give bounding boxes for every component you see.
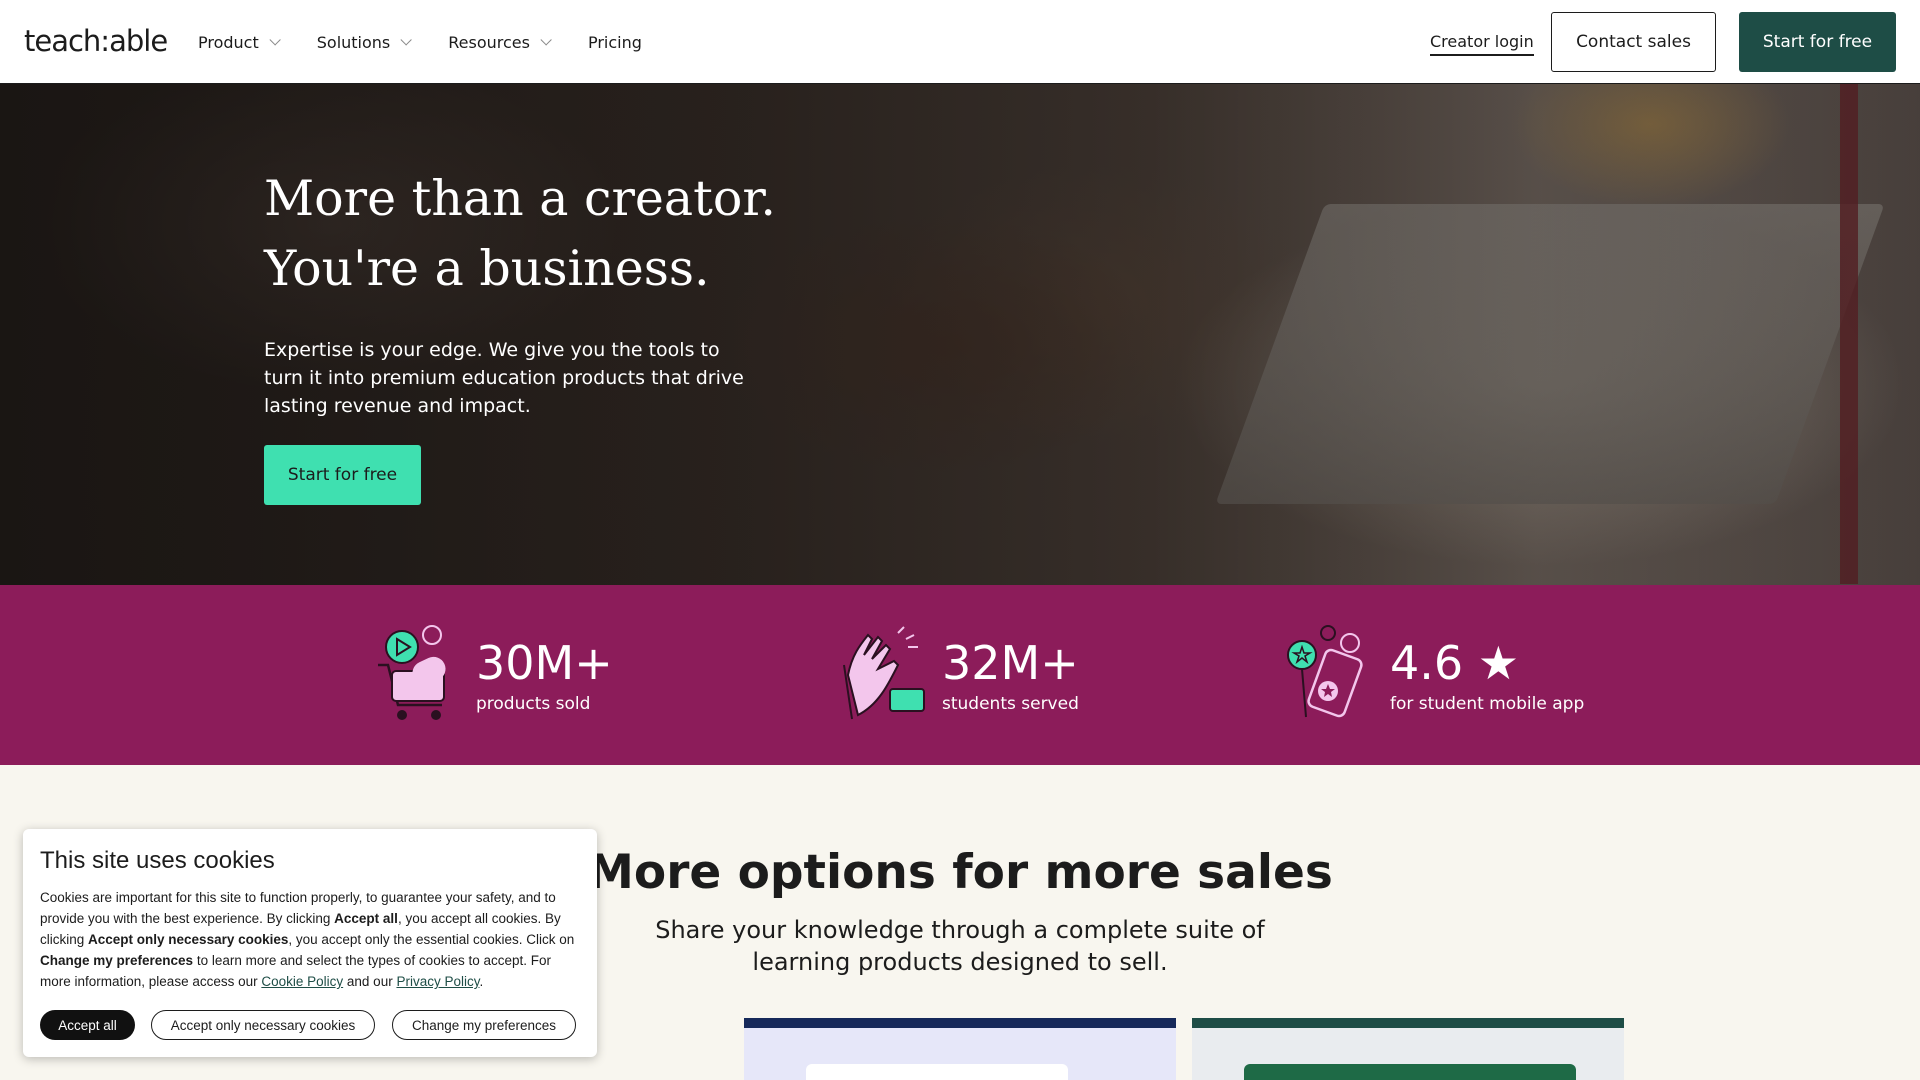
cookie-title: This site uses cookies <box>40 847 275 874</box>
stat-students-served: 32M+ students served <box>838 625 1079 725</box>
cookie-text: and our <box>343 974 397 989</box>
stat-value: 30M+ <box>476 636 613 690</box>
change-preferences-button[interactable]: Change my preferences <box>392 1010 576 1040</box>
nav-item-solutions[interactable]: Solutions <box>316 32 413 52</box>
cookie-body: Cookies are important for this site to f… <box>40 887 585 992</box>
creator-login-link[interactable]: Creator login <box>1430 32 1534 56</box>
cookie-text-bold: Accept only necessary cookies <box>88 932 289 947</box>
stat-label: products sold <box>476 694 591 714</box>
nav-item-resources[interactable]: Resources <box>448 32 552 52</box>
chevron-down-icon <box>269 34 281 46</box>
stat-text: 32M+ students served <box>942 636 1079 714</box>
accept-necessary-cookies-button[interactable]: Accept only necessary cookies <box>151 1010 375 1040</box>
top-navigation: teach:able Product Solutions Resources P… <box>0 0 1920 84</box>
nav-item-label: Resources <box>448 32 530 52</box>
nav-item-pricing[interactable]: Pricing <box>588 33 642 52</box>
product-card-preview[interactable] <box>1192 1018 1624 1080</box>
hero-title-line-2: You're a business. <box>264 240 710 297</box>
nav-item-label: Solutions <box>316 32 391 52</box>
stat-label: for student mobile app <box>1390 694 1585 714</box>
hero-section: More than a creator. You're a business. … <box>0 84 1920 585</box>
cookie-text-bold: Change my preferences <box>40 953 194 968</box>
stat-text: 4.6 ★ for student mobile app <box>1390 636 1584 714</box>
product-card-preview[interactable] <box>744 1018 1176 1080</box>
nav-item-label: Pricing <box>587 32 642 52</box>
contact-sales-button[interactable]: Contact sales <box>1551 12 1716 72</box>
product-card-inner <box>806 1064 1068 1080</box>
nav-item-product[interactable]: Product <box>198 32 281 52</box>
stats-band: 30M+ products sold 32M+ students served <box>0 585 1920 765</box>
hero-title: More than a creator. You're a business. <box>264 164 776 304</box>
cookie-consent-dialog: This site uses cookies Cookies are impor… <box>23 829 597 1057</box>
stat-text: 30M+ products sold <box>476 636 613 714</box>
hero-overlay <box>0 84 1920 585</box>
stat-mobile-app-rating: 4.6 ★ for student mobile app <box>1286 625 1584 725</box>
privacy-policy-link[interactable]: Privacy Policy <box>396 974 479 989</box>
start-for-free-button[interactable]: Start for free <box>1739 12 1896 72</box>
chevron-down-icon <box>540 34 552 46</box>
chevron-down-icon <box>400 34 413 46</box>
cookie-text: , you accept only the essential cookies.… <box>288 932 575 947</box>
main-menu: Product Solutions Resources Pricing <box>198 0 682 84</box>
cookie-text-bold: Accept all <box>334 911 398 926</box>
cookie-policy-link[interactable]: Cookie Policy <box>261 974 343 989</box>
stat-products-sold: 30M+ products sold <box>372 625 613 725</box>
stat-value: 32M+ <box>942 636 1079 690</box>
hero-start-for-free-button[interactable]: Start for free <box>264 445 421 505</box>
section-subtitle: Share your knowledge through a complete … <box>655 916 1265 976</box>
hero-title-line-1: More than a creator. <box>264 170 776 227</box>
hero-subtitle: Expertise is your edge. We give you the … <box>264 339 744 417</box>
accept-all-cookies-button[interactable]: Accept all <box>40 1010 135 1040</box>
product-card-inner <box>1244 1064 1576 1080</box>
teachable-logo[interactable]: teach:able <box>24 24 168 58</box>
phone-stars-icon <box>1287 625 1363 718</box>
cookie-text: . <box>479 974 484 989</box>
shopping-cart-icon <box>378 625 446 720</box>
nav-item-label: Product <box>198 32 259 52</box>
high-five-icon <box>843 626 925 720</box>
stat-label: students served <box>942 694 1079 714</box>
stat-value: 4.6 ★ <box>1390 636 1520 690</box>
